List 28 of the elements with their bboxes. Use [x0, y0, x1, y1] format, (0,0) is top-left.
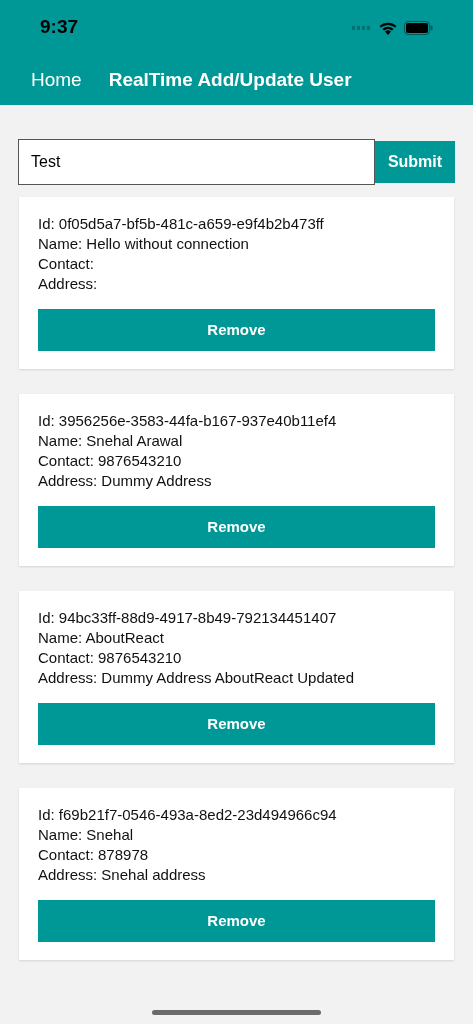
- remove-button[interactable]: Remove: [38, 703, 435, 745]
- wifi-icon: [378, 20, 398, 35]
- user-detail-text: Name: Snehal: [38, 825, 135, 845]
- user-detail-text: Id: 94bc33ff-88d9-4917-8b49-792134451407: [38, 608, 338, 628]
- battery-icon: [404, 20, 433, 35]
- user-detail-text: Name: AboutReact: [38, 628, 165, 648]
- user-detail-text: Address:: [38, 274, 99, 294]
- user-detail-text: Id: f69b21f7-0546-493a-8ed2-23d494966c94: [38, 805, 338, 825]
- user-detail-text: Id: 3956256e-3583-44fa-b167-937e40b11ef4: [38, 411, 338, 431]
- remove-button[interactable]: Remove: [38, 900, 435, 942]
- remove-button[interactable]: Remove: [38, 309, 435, 351]
- status-time: 9:37: [40, 15, 79, 40]
- user-detail-text: Contact: 9876543210: [38, 648, 183, 668]
- user-detail-text: Id: 0f05d5a7-bf5b-481c-a659-e9f4b2b473ff: [38, 214, 325, 234]
- submit-button[interactable]: Submit: [375, 141, 455, 183]
- signal-icon: [352, 24, 372, 31]
- name-input-field[interactable]: Test: [18, 139, 375, 185]
- user-detail-text: Name: Hello without connection: [38, 234, 250, 254]
- user-detail-text: Contact:: [38, 254, 95, 274]
- user-detail-text: Name: Snehal Arawal: [38, 431, 184, 451]
- user-detail-text: Contact: 878978: [38, 845, 150, 865]
- remove-button[interactable]: Remove: [38, 506, 435, 548]
- user-detail-text: Address: Snehal address: [38, 865, 207, 885]
- user-detail-text: Address: Dummy Address AboutReact Updated: [38, 668, 355, 688]
- user-detail-text: Contact: 9876543210: [38, 451, 183, 471]
- home-link[interactable]: Home: [31, 65, 82, 95]
- user-detail-text: Address: Dummy Address: [38, 471, 213, 491]
- screen-title: RealTime Add/Update User: [108, 67, 352, 92]
